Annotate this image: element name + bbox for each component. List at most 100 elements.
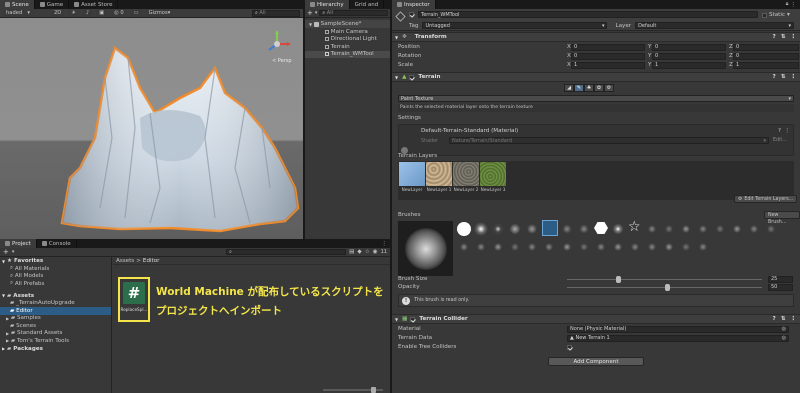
paint-texture-tool-icon[interactable]: ✎ [574,84,584,92]
brush-pattern[interactable] [747,222,761,236]
material-help-icon[interactable]: ? [778,128,781,134]
brush-pattern[interactable] [457,240,471,254]
tab-project[interactable]: Project [0,239,37,248]
tab-scene[interactable]: Scene [0,0,35,9]
add-object-button[interactable]: + [307,9,313,17]
folder-item-selected[interactable]: ▰ Editor [0,307,111,315]
help-icon[interactable]: ? [772,34,775,40]
position-z-field[interactable]: 0 [733,43,799,51]
brush-pattern[interactable] [560,222,574,236]
brush-pattern[interactable] [542,240,556,254]
shader-edit-button[interactable]: Edit... [773,138,787,143]
terrain-layer-item[interactable]: NewLayer 2 [453,162,479,199]
tab-console[interactable]: Console [37,239,77,248]
more-options-icon[interactable]: ⋮ [381,241,387,247]
scene-orientation-gizmo[interactable] [263,30,291,58]
create-asset-button[interactable]: + [3,248,9,256]
filter-label-icon[interactable]: ◆ [357,249,361,255]
position-y-field[interactable]: 0 [652,43,726,51]
preset-icon[interactable]: ⇅ [781,316,786,322]
terrain-collider-header[interactable]: ▼ ▦ Terrain Collider ? ⇅ ⋮ [392,314,800,324]
gizmos-dropdown[interactable]: Gizmos ▾ [145,9,174,17]
breadcrumb-assets[interactable]: Assets [116,258,134,264]
object-picker-icon[interactable]: ◎ [782,335,786,341]
terrain-layer-item[interactable]: NewLayer [399,162,425,199]
brush-circle-soft[interactable] [474,222,488,236]
brush-burst[interactable] [611,222,625,236]
favorites-header[interactable]: ▼ ★ Favorites [0,257,111,265]
help-icon[interactable]: ? [772,316,775,322]
preset-icon[interactable]: ⇅ [781,34,786,40]
favorite-item[interactable]: ⌕ All Models [0,273,111,281]
more-options-icon[interactable]: ⋮ [790,316,796,322]
physic-material-field[interactable]: None (Physic Material) ◎ [567,325,789,333]
tab-game[interactable]: Game [35,0,70,9]
brush-pattern[interactable] [764,222,778,236]
favorite-item[interactable]: ⌕ All Prefabs [0,280,111,288]
scale-x-field[interactable]: 1 [571,61,645,69]
opacity-field[interactable]: 50 [768,283,793,291]
breadcrumb-editor[interactable]: Editor [143,258,160,264]
place-trees-tool-icon[interactable]: ♣ [584,84,594,92]
tab-grid-and-snap[interactable]: Grid and [350,0,385,9]
favorite-item[interactable]: ⌕ All Materials [0,265,111,273]
brush-pattern[interactable] [662,222,676,236]
brush-pattern[interactable] [628,240,642,254]
add-component-button[interactable]: Add Component [548,357,644,366]
brush-pattern[interactable] [645,222,659,236]
preset-icon[interactable]: ⇅ [781,74,786,80]
filter-type-icon[interactable]: ▤ [349,249,354,255]
opacity-slider[interactable] [567,283,762,291]
zoom-slider-handle[interactable] [371,387,376,393]
brush-noise[interactable] [508,222,522,236]
brush-pattern[interactable] [696,222,710,236]
tag-dropdown[interactable]: Untagged ▾ [422,22,608,29]
brush-pattern[interactable] [525,240,539,254]
brush-circle-hard[interactable] [457,222,471,236]
raise-terrain-tool-icon[interactable]: ◢ [564,84,574,92]
project-search-input[interactable]: ⌕ [226,249,347,255]
brush-pattern[interactable] [508,240,522,254]
brush-pattern[interactable] [611,240,625,254]
brush-size-field[interactable]: 25 [768,275,793,283]
new-brush-button[interactable]: New Brush... [764,211,800,225]
brush-pattern[interactable] [491,240,505,254]
brush-pattern[interactable] [474,240,488,254]
terrain-data-field[interactable]: ▲ New Terrain 1 ◎ [567,334,789,342]
packages-header[interactable]: ▶ ▰ Packages [0,345,111,353]
terrain-enabled-checkbox[interactable] [409,74,415,80]
lighting-toggle-icon[interactable]: ☀ [68,9,79,17]
material-more-icon[interactable]: ⋮ [784,128,790,134]
opacity-slider-handle[interactable] [664,283,670,291]
brush-size-slider[interactable] [567,275,762,283]
brush-pattern[interactable] [713,222,727,236]
brush-pattern[interactable] [662,240,676,254]
brush-pattern[interactable] [560,240,574,254]
shader-dropdown[interactable]: Nature/Terrain/Standard ▾ [449,137,769,144]
more-options-icon[interactable]: ⋮ [790,74,796,80]
scene-search-input[interactable]: ⌕ All [252,9,300,17]
persp-label[interactable]: < Persp [272,58,292,64]
position-x-field[interactable]: 0 [571,43,645,51]
hierarchy-item[interactable]: Terrain [305,43,390,51]
audio-toggle-icon[interactable]: ♪ [82,9,93,17]
brush-star[interactable]: ☆ [628,219,641,235]
brush-pattern[interactable] [594,240,608,254]
brush-pattern[interactable] [577,222,591,236]
active-checkbox[interactable] [409,12,414,17]
brush-pattern[interactable] [577,240,591,254]
rotation-z-field[interactable]: 0 [733,52,799,60]
help-icon[interactable]: ? [772,74,775,80]
hierarchy-item-scene[interactable]: ▼ SampleScene* [305,20,390,28]
2d-toggle[interactable]: 2D [51,9,65,17]
collider-enabled-checkbox[interactable] [410,316,416,322]
hierarchy-item[interactable]: Directional Light [305,36,390,44]
brush-pattern[interactable] [679,240,693,254]
scene-viewport[interactable]: < Persp [0,18,303,239]
folder-item[interactable]: ▶ ▰ Tom's Terrain Tools [0,337,111,345]
brush-circle-softer[interactable] [491,222,505,236]
object-name-field[interactable]: Terrain_WMTool [418,11,758,18]
brush-pattern[interactable] [696,240,710,254]
tab-hierarchy[interactable]: Hierarchy [305,0,350,9]
folder-item[interactable]: ▶ ▰ Samples [0,315,111,323]
